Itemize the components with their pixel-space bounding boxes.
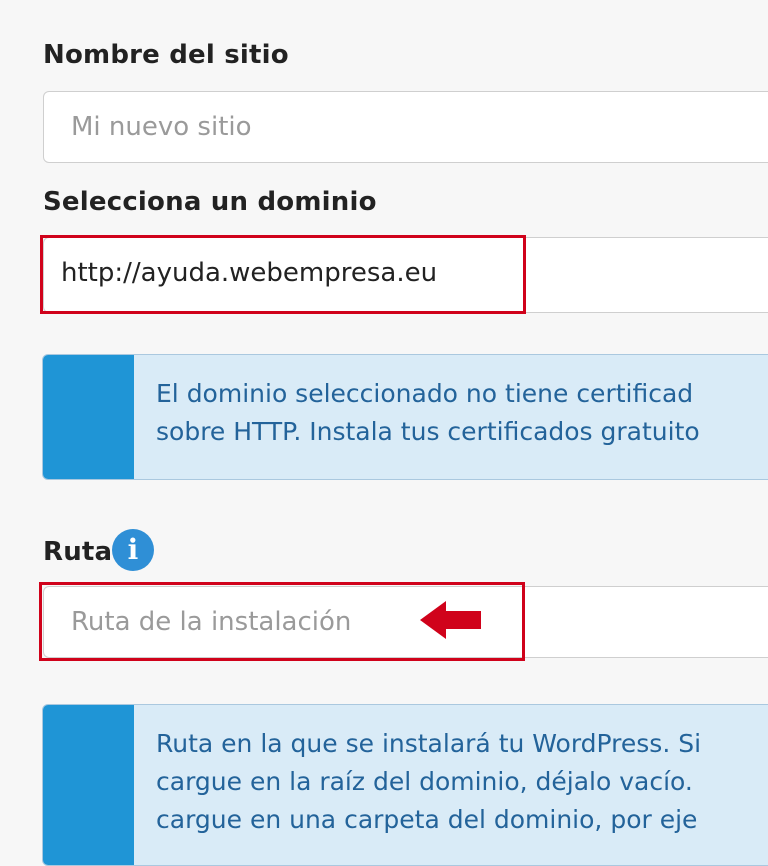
path-label: Ruta xyxy=(43,537,113,567)
alert-accent-bar xyxy=(43,355,134,479)
domain-label: Selecciona un dominio xyxy=(43,187,377,217)
alert-line: El dominio seleccionado no tiene certifi… xyxy=(156,379,694,408)
site-name-input[interactable] xyxy=(43,91,768,163)
alert-line: cargue en la raíz del dominio, déjalo va… xyxy=(156,767,693,796)
info-icon[interactable]: i xyxy=(112,529,154,571)
domain-select-value: http://ayuda.webempresa.eu xyxy=(61,258,438,288)
path-input[interactable] xyxy=(43,586,768,658)
alert-line: Ruta en la que se instalará tu WordPress… xyxy=(156,729,702,758)
alert-line: sobre HTTP. Instala tus certificados gra… xyxy=(156,417,700,446)
arrow-left-icon xyxy=(420,601,481,639)
site-name-label: Nombre del sitio xyxy=(43,40,289,70)
path-help-alert: Ruta en la que se instalará tu WordPress… xyxy=(42,704,768,866)
domain-select[interactable]: http://ayuda.webempresa.eu xyxy=(43,237,768,313)
domain-ssl-alert: El dominio seleccionado no tiene certifi… xyxy=(42,354,768,480)
alert-line: cargue en una carpeta del dominio, por e… xyxy=(156,805,698,834)
alert-accent-bar xyxy=(43,705,134,865)
